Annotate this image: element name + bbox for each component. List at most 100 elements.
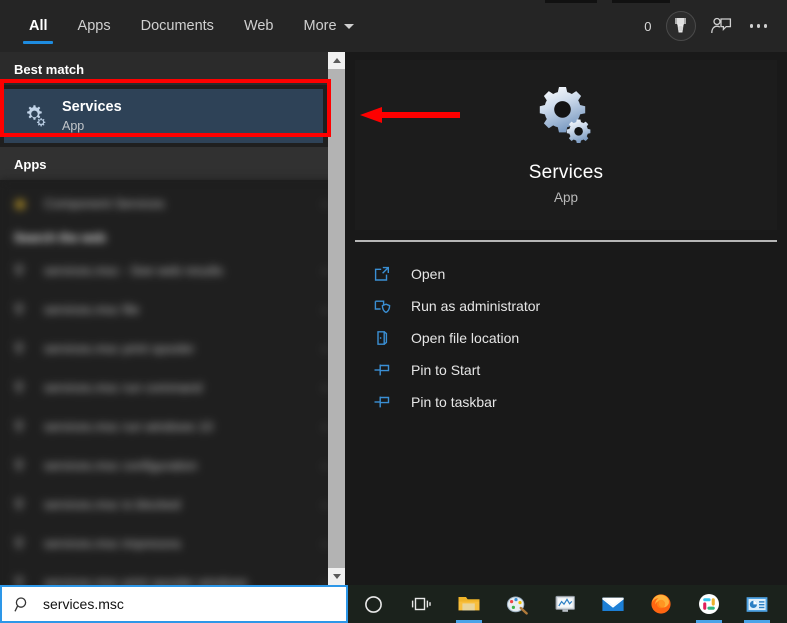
action-open-file-location[interactable]: Open file location — [373, 322, 773, 354]
chevron-up-icon — [332, 58, 341, 63]
top-edge-notch — [545, 0, 597, 3]
search-icon: ⚲ — [14, 301, 25, 317]
rewards-points-count: 0 — [644, 18, 652, 34]
file-explorer-icon[interactable] — [452, 585, 486, 623]
tab-apps-label: Apps — [77, 18, 111, 34]
tab-apps[interactable]: Apps — [63, 0, 126, 52]
slack-glyph — [699, 594, 719, 614]
action-run-as-administrator[interactable]: Run as administrator — [373, 290, 773, 322]
action-open[interactable]: Open — [373, 258, 773, 290]
chevron-right-icon: › — [322, 419, 327, 434]
tab-web-label: Web — [243, 18, 274, 34]
pin-icon — [373, 361, 411, 379]
list-item-label: services.msc print spooler — [44, 341, 195, 356]
search-input[interactable] — [43, 596, 223, 612]
list-item[interactable]: ⚲ services.msc file › — [0, 290, 345, 329]
list-item[interactable]: ⚲ services.msc configuration › — [0, 446, 345, 485]
scrollbar-up-button[interactable] — [328, 52, 345, 69]
file-explorer-glyph — [458, 597, 480, 611]
best-match-text: Services App — [62, 99, 122, 134]
tab-more-label: More — [303, 18, 337, 34]
list-item-label: services.msc print spooler windows — [44, 575, 248, 585]
paint-icon[interactable] — [500, 585, 534, 623]
pin-icon — [373, 393, 411, 411]
list-item[interactable]: ⚲ services.msc print spooler › — [0, 329, 345, 368]
cortana-icon[interactable] — [356, 585, 390, 623]
gears-glyph-large — [539, 87, 591, 144]
chevron-down-icon — [343, 23, 354, 29]
tab-web[interactable]: Web — [229, 0, 289, 52]
scrollbar-track[interactable] — [328, 69, 345, 568]
results-scrollbar[interactable] — [328, 52, 345, 585]
tab-more[interactable]: More — [289, 0, 369, 52]
feedback-person-icon[interactable] — [710, 16, 732, 36]
tab-documents[interactable]: Documents — [126, 0, 229, 52]
search-icon: ⚲ — [14, 574, 25, 585]
tab-list: All Apps Documents Web More — [0, 0, 369, 52]
feedback-glyph — [710, 17, 731, 34]
task-manager-icon[interactable] — [548, 585, 582, 623]
taskbar-icons — [348, 585, 787, 623]
search-icon: ⚲ — [14, 535, 25, 551]
tab-all-label: All — [29, 18, 48, 34]
firefox-icon[interactable] — [644, 585, 678, 623]
search-icon: ⚲ — [14, 457, 25, 473]
open-external-glyph — [374, 266, 389, 281]
list-item[interactable]: ⚲ services.msc run command › — [0, 368, 345, 407]
list-item-label: services.msc run windows 10 — [44, 419, 214, 434]
tab-documents-label: Documents — [140, 18, 214, 34]
list-item[interactable]: ⚲ services.msc run windows 10 › — [0, 407, 345, 446]
action-pin-to-taskbar-label: Pin to taskbar — [411, 394, 497, 410]
tab-all[interactable]: All — [14, 0, 63, 52]
ellipsis-icon[interactable] — [746, 18, 772, 34]
gears-icon — [16, 102, 56, 130]
list-item[interactable]: ⚲ services.msc is blocked › — [0, 485, 345, 524]
slack-icon[interactable] — [692, 585, 726, 623]
app-actions-list: Open Run as administrator Open file loca… — [373, 258, 773, 418]
firefox-glyph — [651, 594, 671, 614]
preview-divider — [355, 240, 777, 242]
list-item[interactable]: ◉ Component Services › — [0, 184, 345, 223]
action-pin-to-taskbar[interactable]: Pin to taskbar — [373, 386, 773, 418]
folder-location-icon — [373, 329, 411, 347]
folder-location-glyph — [377, 331, 388, 345]
list-item[interactable]: ⚲ services.msc print spooler windows › — [0, 563, 345, 585]
task-view-glyph — [411, 597, 431, 611]
best-match-result-services[interactable]: Services App — [4, 89, 323, 143]
cortana-glyph — [364, 595, 382, 613]
shield-run-glyph — [374, 300, 391, 314]
best-match-subtitle: App — [62, 118, 85, 133]
pin-glyph — [374, 364, 390, 376]
chevron-right-icon: › — [322, 458, 327, 473]
chevron-right-icon: › — [322, 196, 327, 211]
action-pin-to-start[interactable]: Pin to Start — [373, 354, 773, 386]
component-services-icon: ◉ — [14, 195, 27, 211]
list-item[interactable]: ⚲ services.msc impresora › — [0, 524, 345, 563]
preview-app-title: Services — [528, 162, 604, 183]
best-match-section-header: Best match — [0, 52, 345, 85]
search-icon: ⚲ — [14, 262, 25, 278]
list-item[interactable]: ⚲ services.msc - See web results › — [0, 251, 345, 290]
search-icon: ⚲ — [14, 418, 25, 434]
scrollbar-down-button[interactable] — [328, 568, 345, 585]
app-preview-card: Services App — [355, 60, 777, 230]
list-item-label: services.msc configuration — [44, 458, 198, 473]
start-menu-search-window: All Apps Documents Web More 0 Best match… — [0, 0, 787, 623]
task-view-icon[interactable] — [404, 585, 438, 623]
ellipsis-dots — [746, 18, 772, 34]
medal-icon[interactable] — [665, 11, 696, 41]
action-open-file-location-label: Open file location — [411, 330, 520, 346]
tab-active-indicator — [23, 41, 54, 44]
mail-icon[interactable] — [596, 585, 630, 623]
search-icon: ⚲ — [14, 496, 25, 512]
search-box[interactable] — [0, 585, 348, 623]
search-results-panel: Best match Services App Apps ◉ Component… — [0, 52, 345, 585]
top-edge-notch — [612, 0, 670, 3]
shield-run-icon — [373, 297, 411, 315]
apps-section-header: Apps — [0, 147, 345, 180]
presentation-icon[interactable] — [740, 585, 774, 623]
chevron-right-icon: › — [322, 263, 327, 278]
search-magnifier-icon — [14, 596, 31, 613]
search-icon: ⚲ — [14, 340, 25, 356]
presentation-glyph — [746, 596, 768, 612]
